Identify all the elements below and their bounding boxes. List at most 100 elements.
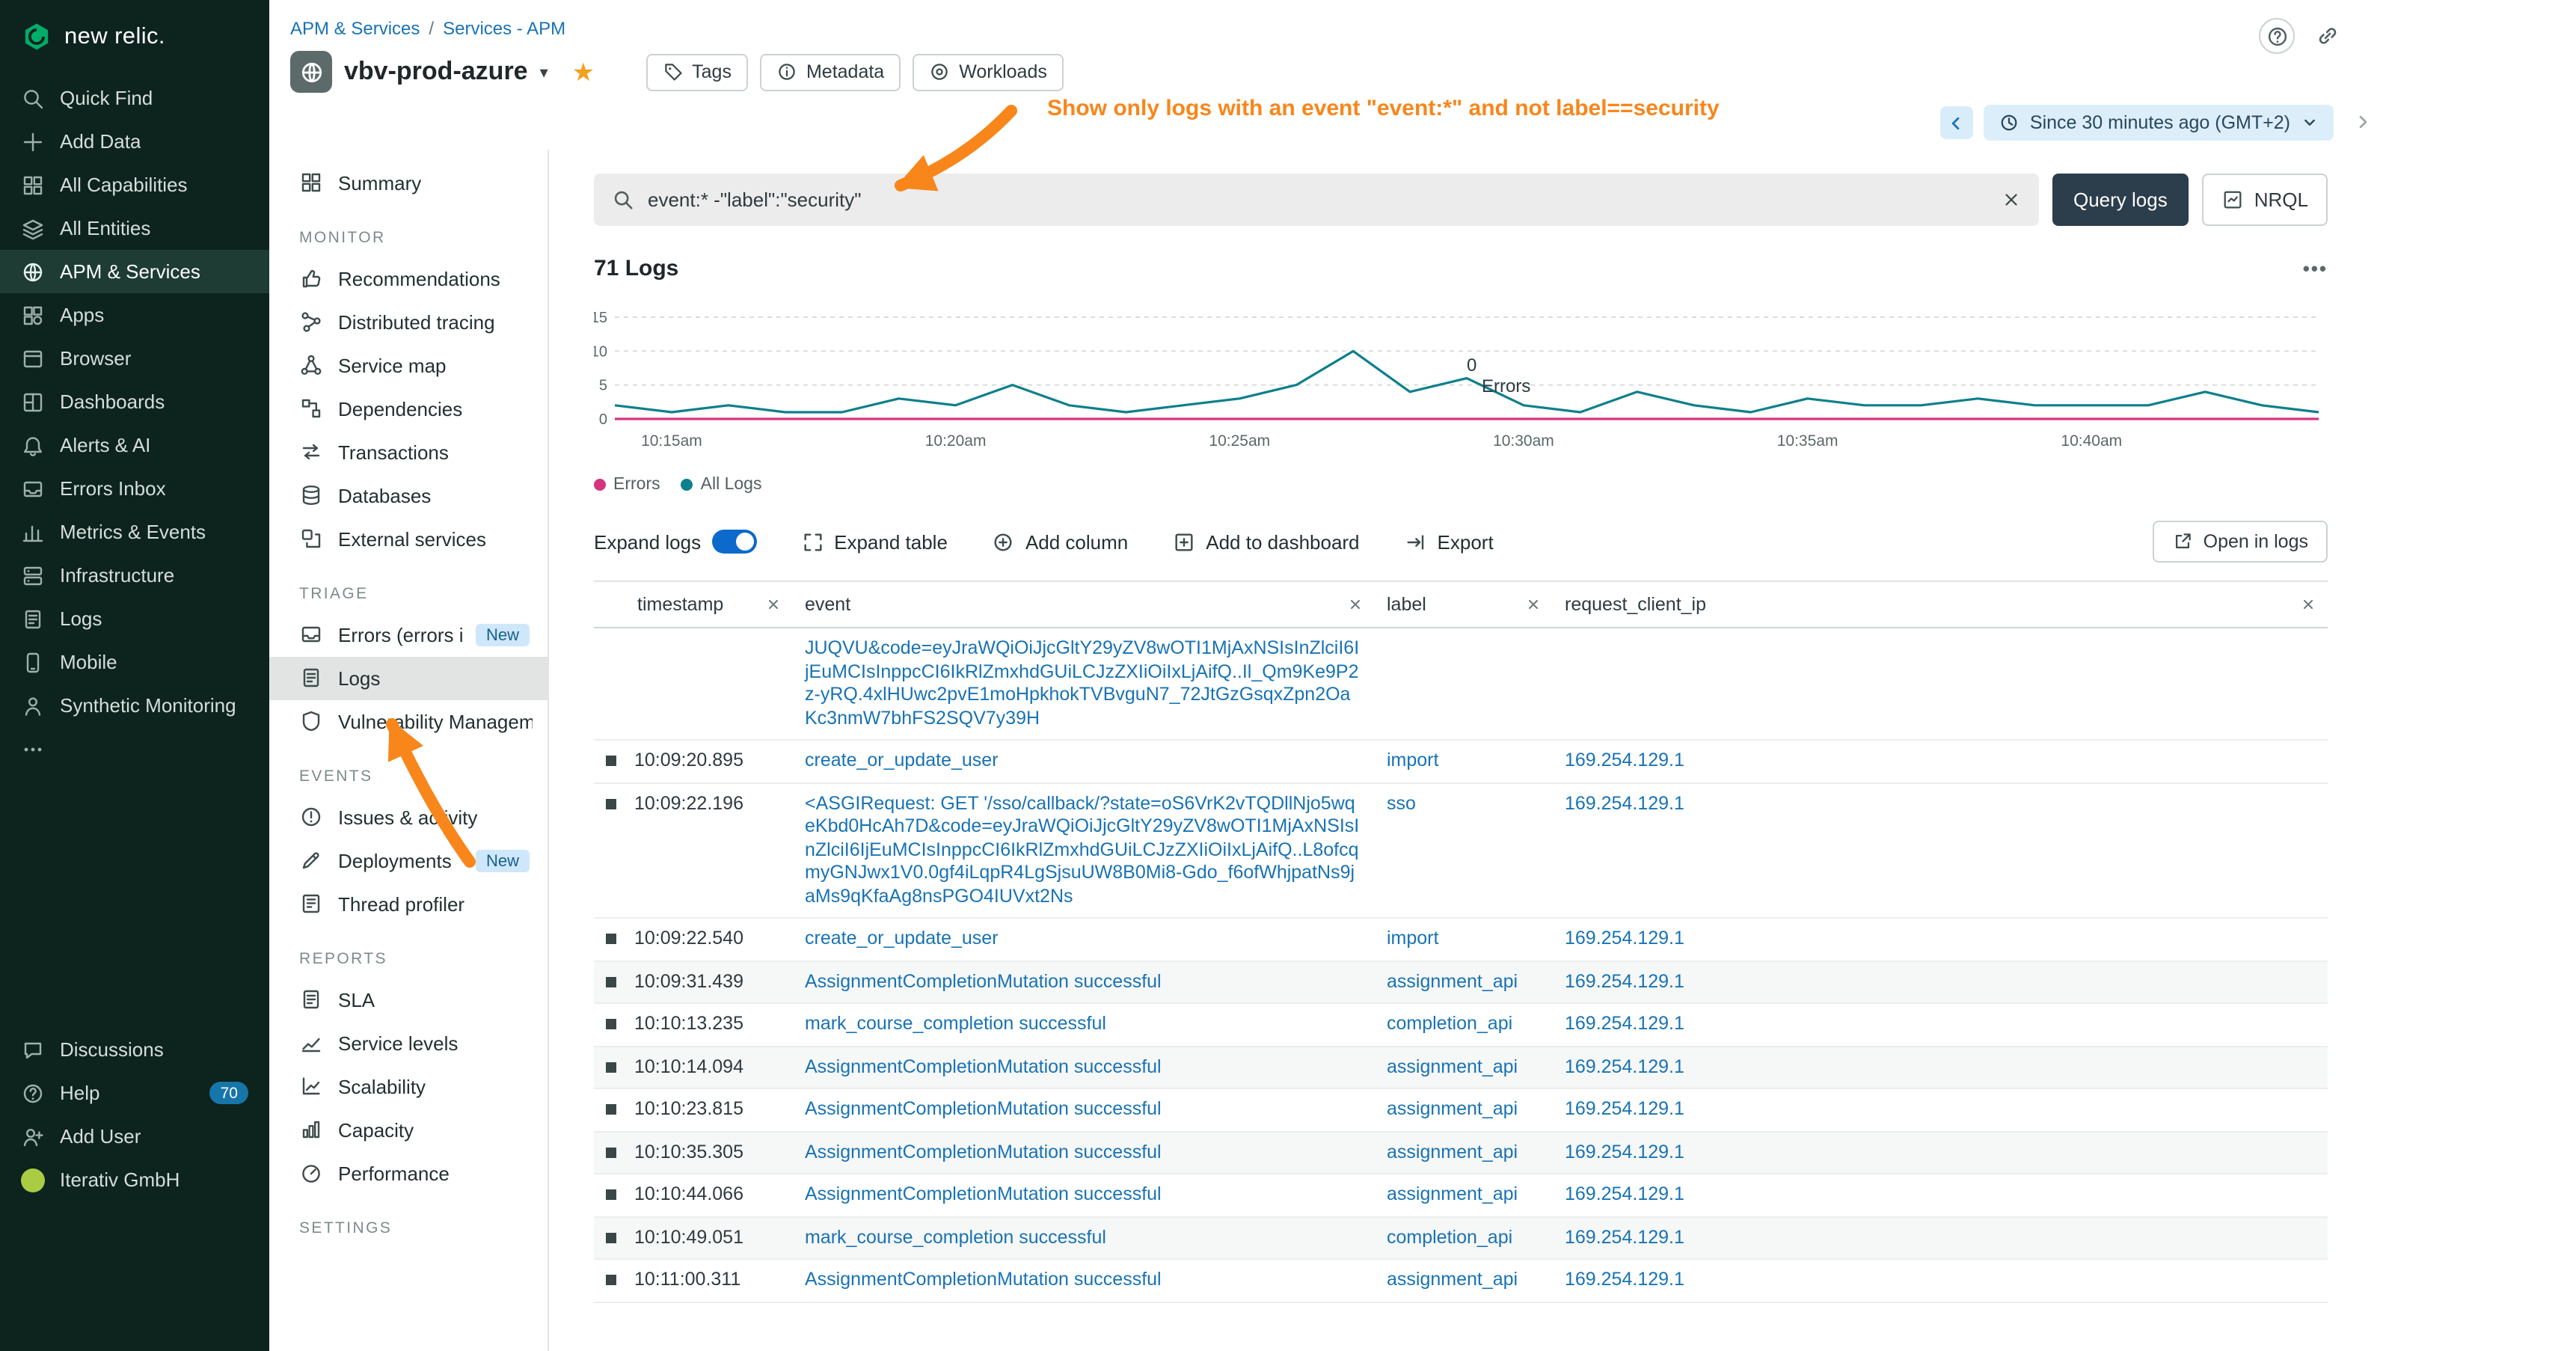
subnav-item-service-levels[interactable]: Service levels — [269, 1022, 548, 1065]
log-row[interactable]: 10:09:31.439AssignmentCompletionMutation… — [594, 961, 2328, 1003]
sidebar-item-alerts-ai[interactable]: Alerts & AI — [0, 423, 269, 467]
time-picker[interactable]: Since 30 minutes ago (GMT+2) — [1984, 105, 2334, 141]
expand-table-button[interactable]: Expand table — [801, 530, 948, 553]
subnav-item-scalability[interactable]: Scalability — [269, 1065, 548, 1109]
column-header-request-client-ip[interactable]: request_client_ip — [1553, 581, 2328, 628]
sidebar-bottom-help[interactable]: Help70 — [0, 1071, 269, 1115]
query-logs-button[interactable]: Query logs — [2052, 174, 2189, 226]
log-request-client-ip-link[interactable]: 169.254.129.1 — [1565, 970, 1684, 991]
sidebar-item-more[interactable] — [0, 727, 269, 771]
sidebar-item-infrastructure[interactable]: Infrastructure — [0, 554, 269, 597]
subnav-item-sla[interactable]: SLA — [269, 978, 548, 1022]
subnav-item-dependencies[interactable]: Dependencies — [269, 387, 548, 431]
log-request-client-ip-link[interactable]: 169.254.129.1 — [1565, 1183, 1684, 1204]
log-label-link[interactable]: import — [1387, 750, 1438, 771]
sidebar-item-all-capabilities[interactable]: All Capabilities — [0, 163, 269, 206]
tags-button[interactable]: Tags — [645, 53, 748, 91]
subnav-item-vulnerability-management[interactable]: Vulnerability Management — [269, 700, 548, 744]
sidebar-item-synthetic-monitoring[interactable]: Synthetic Monitoring — [0, 684, 269, 727]
export-button[interactable]: Export — [1405, 530, 1494, 553]
log-event-link[interactable]: <ASGIRequest: GET '/sso/callback/?state=… — [805, 792, 1359, 906]
log-row[interactable]: 10:10:23.815AssignmentCompletionMutation… — [594, 1088, 2328, 1131]
log-label-link[interactable]: sso — [1387, 792, 1416, 813]
subnav-item-distributed-tracing[interactable]: Distributed tracing — [269, 301, 548, 344]
subnav-item-databases[interactable]: Databases — [269, 474, 548, 518]
log-row[interactable]: 10:10:49.051mark_course_completion succe… — [594, 1216, 2328, 1259]
subnav-item-issues-activity[interactable]: Issues & activity — [269, 796, 548, 839]
remove-column-icon[interactable] — [1526, 597, 1541, 612]
log-label-link[interactable]: import — [1387, 928, 1438, 949]
log-label-link[interactable]: completion_api — [1387, 1013, 1512, 1034]
subnav-item-recommendations[interactable]: Recommendations — [269, 257, 548, 301]
add-column-button[interactable]: Add column — [993, 530, 1128, 553]
log-row[interactable]: 10:10:13.235mark_course_completion succe… — [594, 1003, 2328, 1046]
sidebar-item-apps[interactable]: Apps — [0, 293, 269, 337]
sidebar-item-apm-services[interactable]: APM & Services — [0, 250, 269, 293]
subnav-item-capacity[interactable]: Capacity — [269, 1109, 548, 1152]
log-event-link[interactable]: create_or_update_user — [805, 750, 999, 771]
log-event-link[interactable]: create_or_update_user — [805, 928, 999, 949]
log-row[interactable]: 10:09:22.196<ASGIRequest: GET '/sso/call… — [594, 782, 2328, 918]
remove-column-icon[interactable] — [2301, 597, 2316, 612]
sidebar-bottom-iterativ-gmbh[interactable]: Iterativ GmbH — [0, 1158, 269, 1201]
subnav-item-thread-profiler[interactable]: Thread profiler — [269, 883, 548, 926]
metadata-button[interactable]: Metadata — [760, 53, 901, 91]
log-request-client-ip-link[interactable]: 169.254.129.1 — [1565, 1098, 1684, 1119]
breadcrumb-link-services-apm[interactable]: Services - APM — [443, 18, 565, 39]
log-request-client-ip-link[interactable]: 169.254.129.1 — [1565, 1226, 1684, 1247]
log-row[interactable]: 10:11:00.311AssignmentCompletionMutation… — [594, 1259, 2328, 1302]
breadcrumb-link-apm-services[interactable]: APM & Services — [290, 18, 420, 39]
log-request-client-ip-link[interactable]: 169.254.129.1 — [1565, 928, 1684, 949]
new-relic-logo[interactable]: new relic. — [0, 0, 269, 76]
log-request-client-ip-link[interactable]: 169.254.129.1 — [1565, 1141, 1684, 1162]
log-event-link[interactable]: mark_course_completion successful — [805, 1013, 1106, 1034]
log-row[interactable]: 10:09:20.895create_or_update_userimport1… — [594, 740, 2328, 782]
log-row[interactable]: 10:09:22.540create_or_update_userimport1… — [594, 918, 2328, 961]
subnav-item-logs[interactable]: Logs — [269, 657, 548, 700]
column-header-event[interactable]: event — [793, 581, 1375, 628]
log-label-link[interactable]: assignment_api — [1387, 1056, 1518, 1076]
sidebar-bottom-discussions[interactable]: Discussions — [0, 1028, 269, 1071]
log-query-input[interactable]: event:* -"label":"security" — [594, 174, 2039, 226]
sidebar-item-add-data[interactable]: Add Data — [0, 120, 269, 163]
clear-query-icon[interactable] — [2002, 190, 2021, 209]
workloads-button[interactable]: Workloads — [913, 53, 1064, 91]
sidebar-item-mobile[interactable]: Mobile — [0, 640, 269, 684]
sidebar-item-errors-inbox[interactable]: Errors Inbox — [0, 467, 269, 510]
log-event-link[interactable]: JUQVU&code=eyJraWQiOiJjcGltY29yZV8wOTI1M… — [805, 637, 1359, 728]
log-label-link[interactable]: assignment_api — [1387, 1269, 1518, 1290]
subnav-item-summary[interactable]: Summary — [269, 162, 548, 205]
subnav-item-errors-errors-inb[interactable]: Errors (errors inb...New — [269, 613, 548, 657]
sidebar-bottom-add-user[interactable]: Add User — [0, 1115, 269, 1158]
subnav-item-deployments[interactable]: DeploymentsNew — [269, 839, 548, 883]
sidebar-item-logs[interactable]: Logs — [0, 597, 269, 640]
legend-errors[interactable]: Errors — [594, 476, 660, 494]
help-question-button[interactable] — [2259, 18, 2295, 54]
sidebar-item-metrics-events[interactable]: Metrics & Events — [0, 510, 269, 554]
sidebar-item-quick-find[interactable]: Quick Find — [0, 76, 269, 120]
entity-switcher-caret-icon[interactable]: ▾ — [540, 62, 548, 82]
log-request-client-ip-link[interactable]: 169.254.129.1 — [1565, 1056, 1684, 1076]
time-back-button[interactable] — [1940, 106, 1973, 139]
log-event-link[interactable]: AssignmentCompletionMutation successful — [805, 1269, 1162, 1290]
remove-column-icon[interactable] — [1348, 597, 1363, 612]
legend-all-logs[interactable]: All Logs — [681, 476, 762, 494]
log-event-link[interactable]: AssignmentCompletionMutation successful — [805, 1141, 1162, 1162]
query-text[interactable]: event:* -"label":"security" — [648, 189, 1988, 211]
column-header-timestamp[interactable]: timestamp — [594, 581, 793, 628]
time-forward-button[interactable] — [2346, 105, 2379, 138]
log-label-link[interactable]: assignment_api — [1387, 970, 1518, 991]
subnav-item-performance[interactable]: Performance — [269, 1152, 548, 1195]
favorite-star-icon[interactable]: ★ — [572, 59, 595, 85]
more-options-icon[interactable]: ••• — [2303, 257, 2328, 280]
log-label-link[interactable]: assignment_api — [1387, 1098, 1518, 1119]
log-request-client-ip-link[interactable]: 169.254.129.1 — [1565, 1269, 1684, 1290]
sidebar-item-all-entities[interactable]: All Entities — [0, 206, 269, 250]
log-event-link[interactable]: mark_course_completion successful — [805, 1226, 1106, 1247]
log-event-link[interactable]: AssignmentCompletionMutation successful — [805, 1098, 1162, 1119]
subnav-item-external-services[interactable]: External services — [269, 518, 548, 561]
add-to-dashboard-button[interactable]: Add to dashboard — [1173, 530, 1359, 553]
log-request-client-ip-link[interactable]: 169.254.129.1 — [1565, 792, 1684, 813]
log-request-client-ip-link[interactable]: 169.254.129.1 — [1565, 750, 1684, 771]
log-request-client-ip-link[interactable]: 169.254.129.1 — [1565, 1013, 1684, 1034]
